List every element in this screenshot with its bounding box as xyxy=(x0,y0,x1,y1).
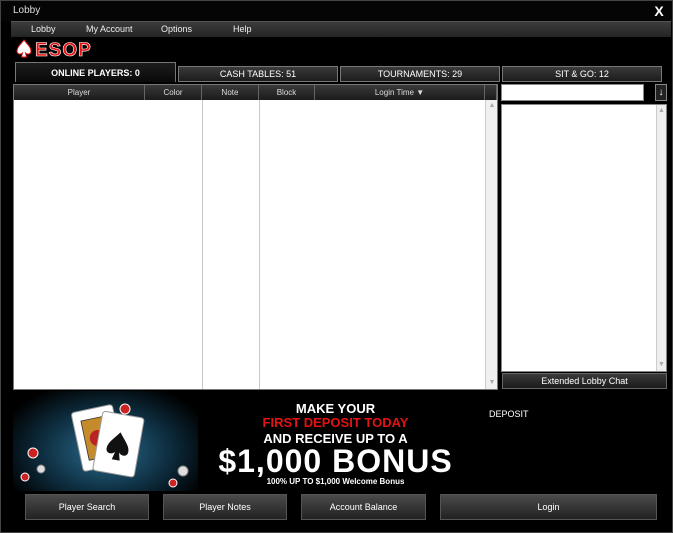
tab-tournaments[interactable]: TOURNAMENTS: 29 xyxy=(340,66,500,82)
banner-copy: MAKE YOUR FIRST DEPOSIT TODAY AND RECEIV… xyxy=(198,391,473,491)
scroll-down-icon[interactable]: ▼ xyxy=(657,360,666,370)
lobby-chat-panel[interactable]: ▲ ▼ xyxy=(501,104,667,372)
banner-fine-print: 100% UP TO $1,000 Welcome Bonus xyxy=(266,477,405,486)
arrow-down-icon[interactable]: ↓ xyxy=(655,84,667,101)
lobby-window: Lobby X Lobby My Account Options Help ES… xyxy=(0,0,673,533)
logo-text: ESOP xyxy=(35,40,92,59)
window-title: Lobby xyxy=(13,5,41,16)
column-header-spacer xyxy=(485,85,497,100)
close-icon[interactable]: X xyxy=(652,3,666,19)
bottom-button-row: Player Search Player Notes Account Balan… xyxy=(25,494,657,520)
column-header-login-time[interactable]: Login Time ▼ xyxy=(315,85,485,100)
chat-input[interactable] xyxy=(501,84,644,101)
menu-bar: Lobby My Account Options Help xyxy=(11,21,671,37)
deposit-link[interactable]: DEPOSIT xyxy=(489,409,529,419)
extended-lobby-chat-button[interactable]: Extended Lobby Chat xyxy=(502,373,667,389)
banner-bonus-amount: $1,000 BONUS xyxy=(218,443,453,479)
tab-cash-tables[interactable]: CASH TABLES: 51 xyxy=(178,66,338,82)
players-scrollbar[interactable]: ▲ ▼ xyxy=(485,100,497,389)
chat-scrollbar[interactable]: ▲ ▼ xyxy=(656,105,666,371)
column-divider xyxy=(202,100,203,389)
tab-sit-and-go[interactable]: SIT & GO: 12 xyxy=(502,66,662,82)
lobby-tabs: ONLINE PLAYERS: 0 CASH TABLES: 51 TOURNA… xyxy=(15,62,665,83)
banner-art xyxy=(13,391,198,491)
menu-lobby[interactable]: Lobby xyxy=(31,24,56,34)
scroll-up-icon[interactable]: ▲ xyxy=(487,101,497,111)
menu-options[interactable]: Options xyxy=(161,24,192,34)
player-search-button[interactable]: Player Search xyxy=(25,494,149,520)
playing-cards-image xyxy=(20,403,189,488)
promo-banner[interactable]: MAKE YOUR FIRST DEPOSIT TODAY AND RECEIV… xyxy=(13,391,473,491)
scroll-up-icon[interactable]: ▲ xyxy=(657,106,666,116)
tab-online-players[interactable]: ONLINE PLAYERS: 0 xyxy=(15,62,176,82)
column-divider xyxy=(259,100,260,389)
scroll-down-icon[interactable]: ▼ xyxy=(487,378,497,388)
spade-icon xyxy=(16,39,32,58)
banner-line-2: FIRST DEPOSIT TODAY xyxy=(262,415,409,430)
player-notes-button[interactable]: Player Notes xyxy=(163,494,287,520)
banner-line-1: MAKE YOUR xyxy=(295,401,376,416)
menu-my-account[interactable]: My Account xyxy=(86,24,133,34)
column-header-player[interactable]: Player xyxy=(14,85,145,100)
esop-logo: ESOP xyxy=(16,39,92,59)
menu-help[interactable]: Help xyxy=(233,24,252,34)
login-button[interactable]: Login xyxy=(440,494,657,520)
title-bar[interactable]: Lobby X xyxy=(1,1,672,21)
column-header-color[interactable]: Color xyxy=(145,85,202,100)
account-balance-button[interactable]: Account Balance xyxy=(301,494,426,520)
column-header-note[interactable]: Note xyxy=(202,85,259,100)
column-header-block[interactable]: Block xyxy=(259,85,315,100)
online-players-table[interactable]: Player Color Note Block Login Time ▼ ▲ ▼ xyxy=(13,84,498,390)
